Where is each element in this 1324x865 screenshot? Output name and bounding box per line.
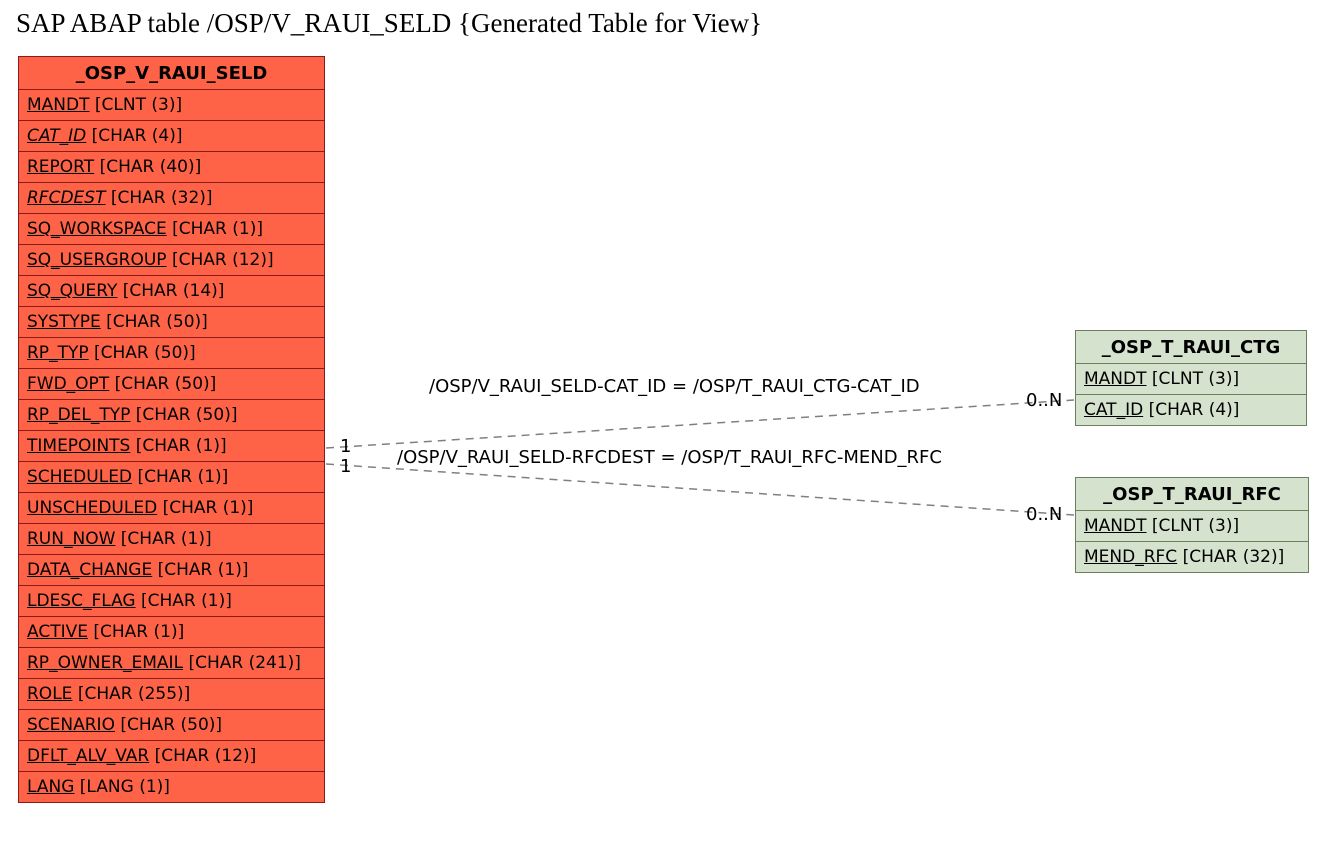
field-row: RP_OWNER_EMAIL [CHAR (241)] — [19, 648, 324, 679]
field-row: UNSCHEDULED [CHAR (1)] — [19, 493, 324, 524]
cardinality-left-1: 1 — [340, 436, 351, 457]
field-row: SCHEDULED [CHAR (1)] — [19, 462, 324, 493]
field-row: LDESC_FLAG [CHAR (1)] — [19, 586, 324, 617]
field-type: [CHAR (32)] — [111, 188, 213, 208]
field-name: LDESC_FLAG — [27, 591, 136, 611]
field-name: MANDT — [1084, 369, 1147, 389]
field-row: DATA_CHANGE [CHAR (1)] — [19, 555, 324, 586]
field-name: MANDT — [1084, 516, 1147, 536]
field-row: LANG [LANG (1)] — [19, 772, 324, 802]
field-type: [CLNT (3)] — [1152, 369, 1239, 389]
field-name: CAT_ID — [27, 126, 86, 146]
field-type: [CHAR (50)] — [106, 312, 208, 332]
field-type: [CHAR (1)] — [172, 219, 263, 239]
field-name: LANG — [27, 777, 74, 797]
field-name: CAT_ID — [1084, 400, 1143, 420]
field-row: DFLT_ALV_VAR [CHAR (12)] — [19, 741, 324, 772]
field-type: [CHAR (1)] — [136, 436, 227, 456]
field-name: SQ_QUERY — [27, 281, 117, 301]
field-name: ACTIVE — [27, 622, 88, 642]
cardinality-right-1: 0..N — [1026, 390, 1062, 411]
field-row: ACTIVE [CHAR (1)] — [19, 617, 324, 648]
entity-osp-v-raui-seld: _OSP_V_RAUI_SELD MANDT [CLNT (3)]CAT_ID … — [18, 56, 325, 803]
field-row: CAT_ID [CHAR (4)] — [1076, 395, 1306, 425]
cardinality-left-2: 1 — [340, 456, 351, 477]
field-row: MANDT [CLNT (3)] — [19, 90, 324, 121]
field-type: [CHAR (50)] — [120, 715, 222, 735]
field-type: [CHAR (241)] — [188, 653, 300, 673]
field-row: SCENARIO [CHAR (50)] — [19, 710, 324, 741]
field-name: TIMEPOINTS — [27, 436, 130, 456]
page-title: SAP ABAP table /OSP/V_RAUI_SELD {Generat… — [16, 8, 762, 39]
field-type: [CHAR (12)] — [172, 250, 274, 270]
field-name: RP_OWNER_EMAIL — [27, 653, 183, 673]
field-type: [CHAR (255)] — [78, 684, 190, 704]
field-row: REPORT [CHAR (40)] — [19, 152, 324, 183]
field-row: ROLE [CHAR (255)] — [19, 679, 324, 710]
field-row: RP_DEL_TYP [CHAR (50)] — [19, 400, 324, 431]
field-row: SQ_WORKSPACE [CHAR (1)] — [19, 214, 324, 245]
field-row: TIMEPOINTS [CHAR (1)] — [19, 431, 324, 462]
field-type: [CHAR (1)] — [93, 622, 184, 642]
field-name: DFLT_ALV_VAR — [27, 746, 149, 766]
field-type: [CLNT (3)] — [95, 95, 182, 115]
field-name: SCENARIO — [27, 715, 115, 735]
field-name: MEND_RFC — [1084, 547, 1177, 567]
field-type: [CHAR (12)] — [155, 746, 257, 766]
field-name: SQ_WORKSPACE — [27, 219, 167, 239]
field-row: FWD_OPT [CHAR (50)] — [19, 369, 324, 400]
field-type: [CHAR (14)] — [123, 281, 225, 301]
entity-header: _OSP_T_RAUI_CTG — [1076, 331, 1306, 364]
entity-header: _OSP_V_RAUI_SELD — [19, 57, 324, 90]
field-row: MANDT [CLNT (3)] — [1076, 364, 1306, 395]
field-type: [CHAR (1)] — [163, 498, 254, 518]
field-row: SQ_QUERY [CHAR (14)] — [19, 276, 324, 307]
field-type: [CHAR (1)] — [158, 560, 249, 580]
field-type: [CHAR (1)] — [141, 591, 232, 611]
field-type: [CHAR (1)] — [137, 467, 228, 487]
entity-osp-t-raui-rfc: _OSP_T_RAUI_RFC MANDT [CLNT (3)]MEND_RFC… — [1075, 477, 1309, 573]
field-type: [CHAR (4)] — [1149, 400, 1240, 420]
field-name: DATA_CHANGE — [27, 560, 152, 580]
field-type: [LANG (1)] — [80, 777, 170, 797]
relationship-label-1: /OSP/V_RAUI_SELD-CAT_ID = /OSP/T_RAUI_CT… — [429, 376, 920, 397]
field-name: RFCDEST — [27, 188, 105, 208]
field-name: FWD_OPT — [27, 374, 109, 394]
field-row: RFCDEST [CHAR (32)] — [19, 183, 324, 214]
field-name: UNSCHEDULED — [27, 498, 157, 518]
field-name: SYSTYPE — [27, 312, 101, 332]
field-type: [CLNT (3)] — [1152, 516, 1239, 536]
field-name: RP_TYP — [27, 343, 89, 363]
field-name: MANDT — [27, 95, 90, 115]
field-name: RUN_NOW — [27, 529, 115, 549]
field-type: [CHAR (40)] — [100, 157, 202, 177]
entity-header: _OSP_T_RAUI_RFC — [1076, 478, 1308, 511]
field-row: MANDT [CLNT (3)] — [1076, 511, 1308, 542]
field-row: CAT_ID [CHAR (4)] — [19, 121, 324, 152]
field-type: [CHAR (32)] — [1183, 547, 1285, 567]
field-name: SCHEDULED — [27, 467, 132, 487]
field-type: [CHAR (4)] — [92, 126, 183, 146]
field-row: RUN_NOW [CHAR (1)] — [19, 524, 324, 555]
field-type: [CHAR (50)] — [136, 405, 238, 425]
field-type: [CHAR (1)] — [121, 529, 212, 549]
field-row: SQ_USERGROUP [CHAR (12)] — [19, 245, 324, 276]
field-name: ROLE — [27, 684, 72, 704]
field-row: MEND_RFC [CHAR (32)] — [1076, 542, 1308, 572]
field-row: SYSTYPE [CHAR (50)] — [19, 307, 324, 338]
field-name: SQ_USERGROUP — [27, 250, 167, 270]
field-type: [CHAR (50)] — [115, 374, 217, 394]
field-type: [CHAR (50)] — [94, 343, 196, 363]
field-row: RP_TYP [CHAR (50)] — [19, 338, 324, 369]
entity-osp-t-raui-ctg: _OSP_T_RAUI_CTG MANDT [CLNT (3)]CAT_ID [… — [1075, 330, 1307, 426]
field-name: REPORT — [27, 157, 94, 177]
relationship-label-2: /OSP/V_RAUI_SELD-RFCDEST = /OSP/T_RAUI_R… — [397, 447, 942, 468]
field-name: RP_DEL_TYP — [27, 405, 130, 425]
cardinality-right-2: 0..N — [1026, 504, 1062, 525]
